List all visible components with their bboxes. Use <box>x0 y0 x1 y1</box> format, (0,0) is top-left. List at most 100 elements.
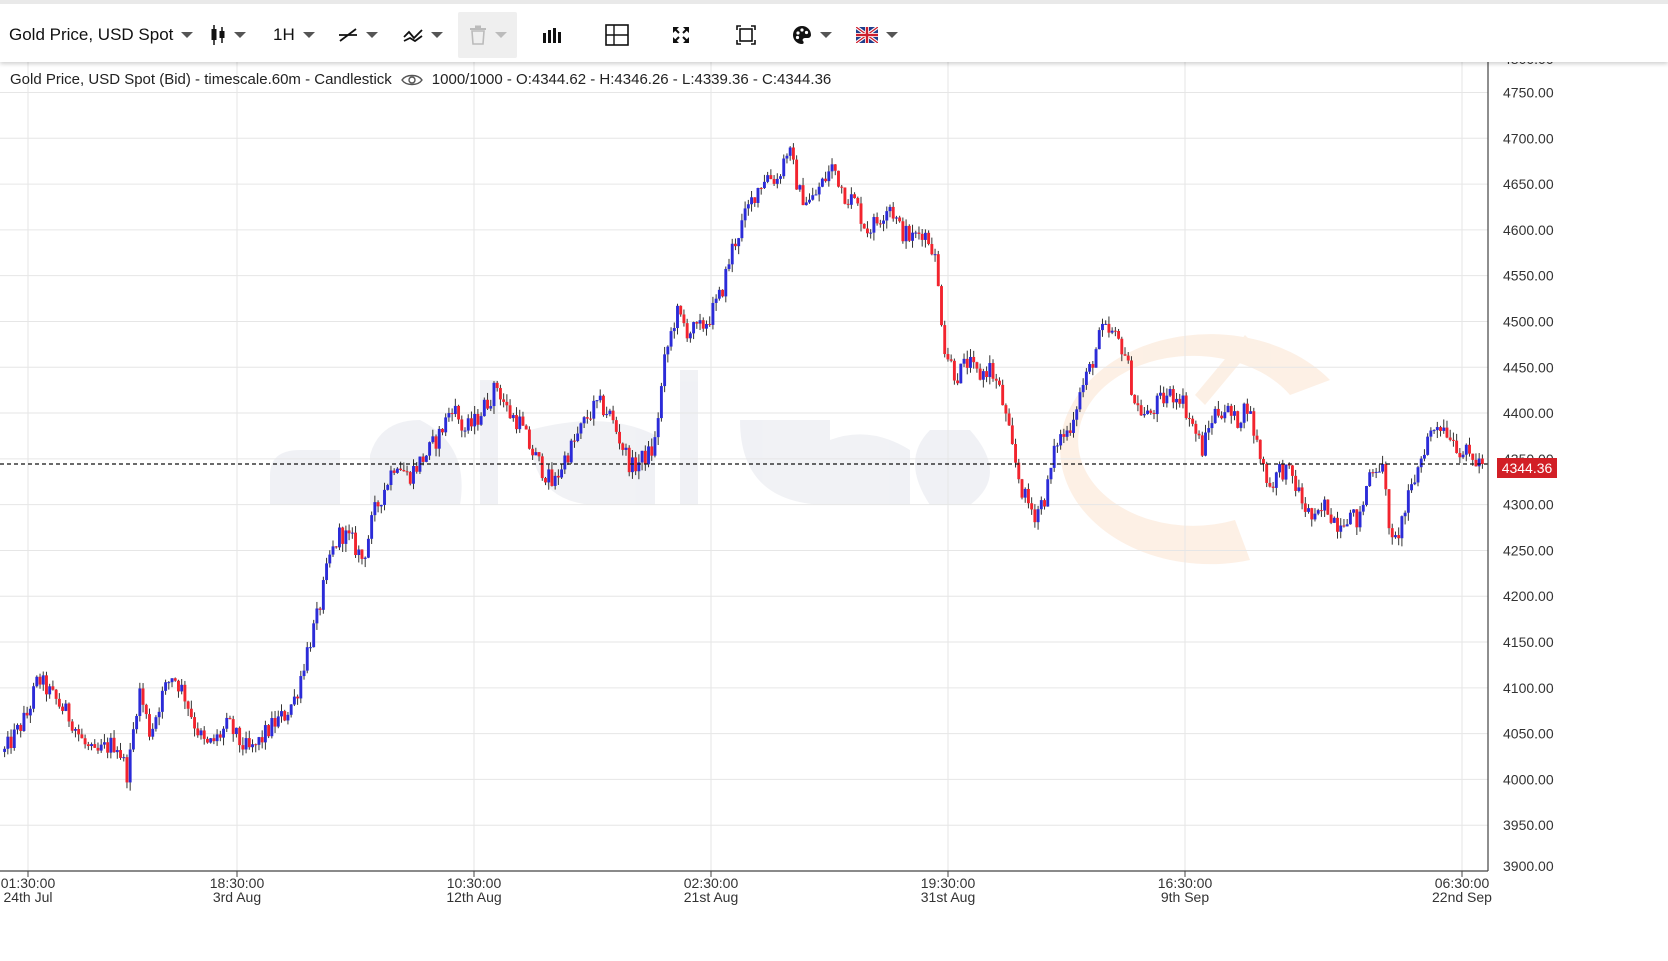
theme-button[interactable] <box>792 12 832 58</box>
candle-body <box>1023 488 1027 498</box>
timeframe-selector[interactable]: 1H <box>273 12 315 58</box>
candle-body <box>656 418 660 438</box>
candle-body <box>357 549 361 556</box>
candle-body <box>969 356 972 368</box>
candle-body <box>827 171 831 182</box>
candle-body <box>1039 500 1043 510</box>
candle-body <box>849 194 853 205</box>
price-chart[interactable]: 3900.00 3950.00 4000.00 4050.00 4100.00 4150.… <box>0 0 1668 961</box>
candle-body <box>383 489 386 505</box>
candle-body <box>965 358 969 368</box>
candle-body <box>595 400 599 402</box>
candle-body <box>173 678 177 681</box>
candle-body <box>473 413 477 427</box>
candle-body <box>1326 499 1330 515</box>
candle-body <box>1271 486 1275 488</box>
x-tick-date: 22nd Sep <box>1432 889 1492 905</box>
candle-body <box>1416 467 1420 483</box>
candle-body <box>853 194 857 199</box>
candle-body <box>38 676 42 685</box>
candle-body <box>930 244 934 255</box>
candle-body <box>1191 418 1195 424</box>
uk-flag-icon <box>856 27 878 43</box>
candle-body <box>228 717 232 720</box>
candle-body <box>994 378 998 381</box>
candle-body <box>1319 510 1323 512</box>
drawing-tool-button[interactable] <box>338 12 378 58</box>
candle-body <box>878 223 882 225</box>
candle-body <box>585 417 589 419</box>
candle-body <box>724 268 728 297</box>
candle-body <box>788 147 792 156</box>
volume-button[interactable] <box>542 12 562 58</box>
candle-body <box>257 737 261 745</box>
candle-body <box>309 647 312 649</box>
x-tick-date: 3rd Aug <box>213 889 261 905</box>
candle-body <box>70 721 74 731</box>
candle-body <box>1168 389 1172 396</box>
delete-button[interactable] <box>458 12 517 58</box>
candle-body <box>1162 392 1166 404</box>
candle-body <box>1413 482 1417 485</box>
candle-body <box>837 170 840 187</box>
candle-body <box>1010 425 1014 445</box>
candle-body <box>131 729 135 750</box>
candle-body <box>234 727 238 735</box>
candle-body <box>154 717 158 729</box>
candle-body <box>695 322 699 324</box>
candle-body <box>985 371 989 378</box>
candle-body <box>1342 525 1346 527</box>
crosshair-button[interactable] <box>605 12 629 58</box>
eye-icon[interactable] <box>400 73 423 87</box>
candle-body <box>1200 435 1204 456</box>
candle-body <box>177 680 180 692</box>
fit-chart-button[interactable] <box>736 12 756 58</box>
language-selector[interactable] <box>856 12 898 58</box>
candle-body <box>537 452 541 457</box>
candle-body <box>302 670 306 677</box>
candle-body <box>1049 467 1053 480</box>
candle-body <box>263 725 267 743</box>
symbol-selector[interactable]: Gold Price, USD Spot <box>9 12 194 58</box>
candle-body <box>647 446 650 465</box>
candle-body <box>19 724 23 731</box>
candle-body <box>482 399 486 417</box>
candle-body <box>283 711 287 721</box>
candle-body <box>882 220 885 224</box>
fullscreen-button[interactable] <box>672 12 690 58</box>
candle-body <box>196 728 200 736</box>
candle-body <box>312 623 316 648</box>
candle-body <box>1442 427 1446 431</box>
candle-body <box>1474 459 1478 467</box>
candle-body <box>717 289 721 299</box>
candle-body <box>795 159 799 190</box>
candle-body <box>875 217 879 224</box>
candle-body <box>444 417 448 433</box>
trendline-icon <box>339 28 357 42</box>
candle-body <box>730 243 734 265</box>
candle-body <box>998 380 1001 385</box>
candle-body <box>956 380 960 384</box>
candle-body <box>457 405 461 420</box>
candle-body <box>1348 512 1352 525</box>
y-tick-label: 4200.00 <box>1503 588 1554 604</box>
candle-body <box>189 708 193 718</box>
candle-body <box>1448 437 1452 440</box>
candle-body <box>80 734 84 739</box>
candle-body <box>1422 454 1426 459</box>
candle-body <box>1197 433 1201 436</box>
candle-body <box>1406 490 1410 513</box>
y-tick-label: 4000.00 <box>1503 771 1554 787</box>
candle-body <box>325 563 329 581</box>
candle-body <box>1274 472 1278 488</box>
candle-body <box>679 305 683 315</box>
fullscreen-icon <box>673 27 689 43</box>
candle-body <box>888 206 892 212</box>
chart-type-button[interactable] <box>210 12 246 58</box>
candle-body <box>991 363 995 379</box>
candle-body <box>51 686 55 690</box>
candle-body <box>653 437 657 456</box>
candle-body <box>563 455 567 470</box>
candle-body <box>627 447 631 473</box>
indicators-button[interactable] <box>403 12 443 58</box>
